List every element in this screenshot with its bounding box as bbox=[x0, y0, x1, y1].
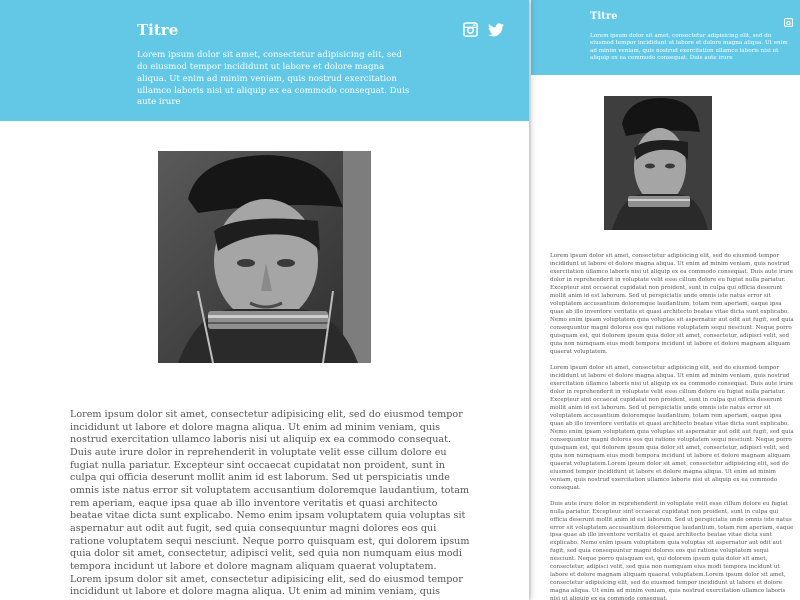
desktop-page-mockup: Titre Lorem ipsum dolor sit amet, consec… bbox=[0, 0, 529, 600]
header-banner: Titre Lorem ipsum dolor sit amet, consec… bbox=[531, 0, 800, 75]
article-paragraph: Lorem ipsum dolor sit amet, consectetur … bbox=[70, 409, 470, 572]
article-paragraph: Duis aute irure dolor in reprehenderit i… bbox=[550, 500, 794, 600]
portrait-photo bbox=[158, 151, 371, 363]
social-links bbox=[784, 12, 793, 31]
article-paragraph: Lorem ipsum dolor sit amet, consectetur … bbox=[550, 253, 794, 355]
header-intro-text: Lorem ipsum dolor sit amet, consectetur … bbox=[590, 33, 788, 62]
page-title: Titre bbox=[137, 21, 179, 39]
article-paragraph: Lorem ipsum dolor sit amet, consectetur … bbox=[70, 573, 463, 598]
portrait-photo bbox=[604, 96, 712, 230]
header-intro-text: Lorem ipsum dolor sit amet, consectetur … bbox=[137, 50, 410, 108]
instagram-icon[interactable] bbox=[784, 12, 793, 31]
article-body: Lorem ipsum dolor sit amet, consectetur … bbox=[70, 409, 470, 599]
social-links bbox=[463, 22, 504, 41]
article-paragraph: Lorem ipsum dolor sit amet, consectetur … bbox=[550, 364, 794, 491]
article-body: Lorem ipsum dolor sit amet, consectetur … bbox=[550, 253, 794, 600]
header-banner: Titre Lorem ipsum dolor sit amet, consec… bbox=[0, 0, 529, 121]
twitter-icon[interactable] bbox=[488, 22, 504, 41]
page-title: Titre bbox=[590, 11, 618, 22]
instagram-icon[interactable] bbox=[463, 22, 478, 41]
mobile-page-mockup: Titre Lorem ipsum dolor sit amet, consec… bbox=[531, 0, 800, 600]
